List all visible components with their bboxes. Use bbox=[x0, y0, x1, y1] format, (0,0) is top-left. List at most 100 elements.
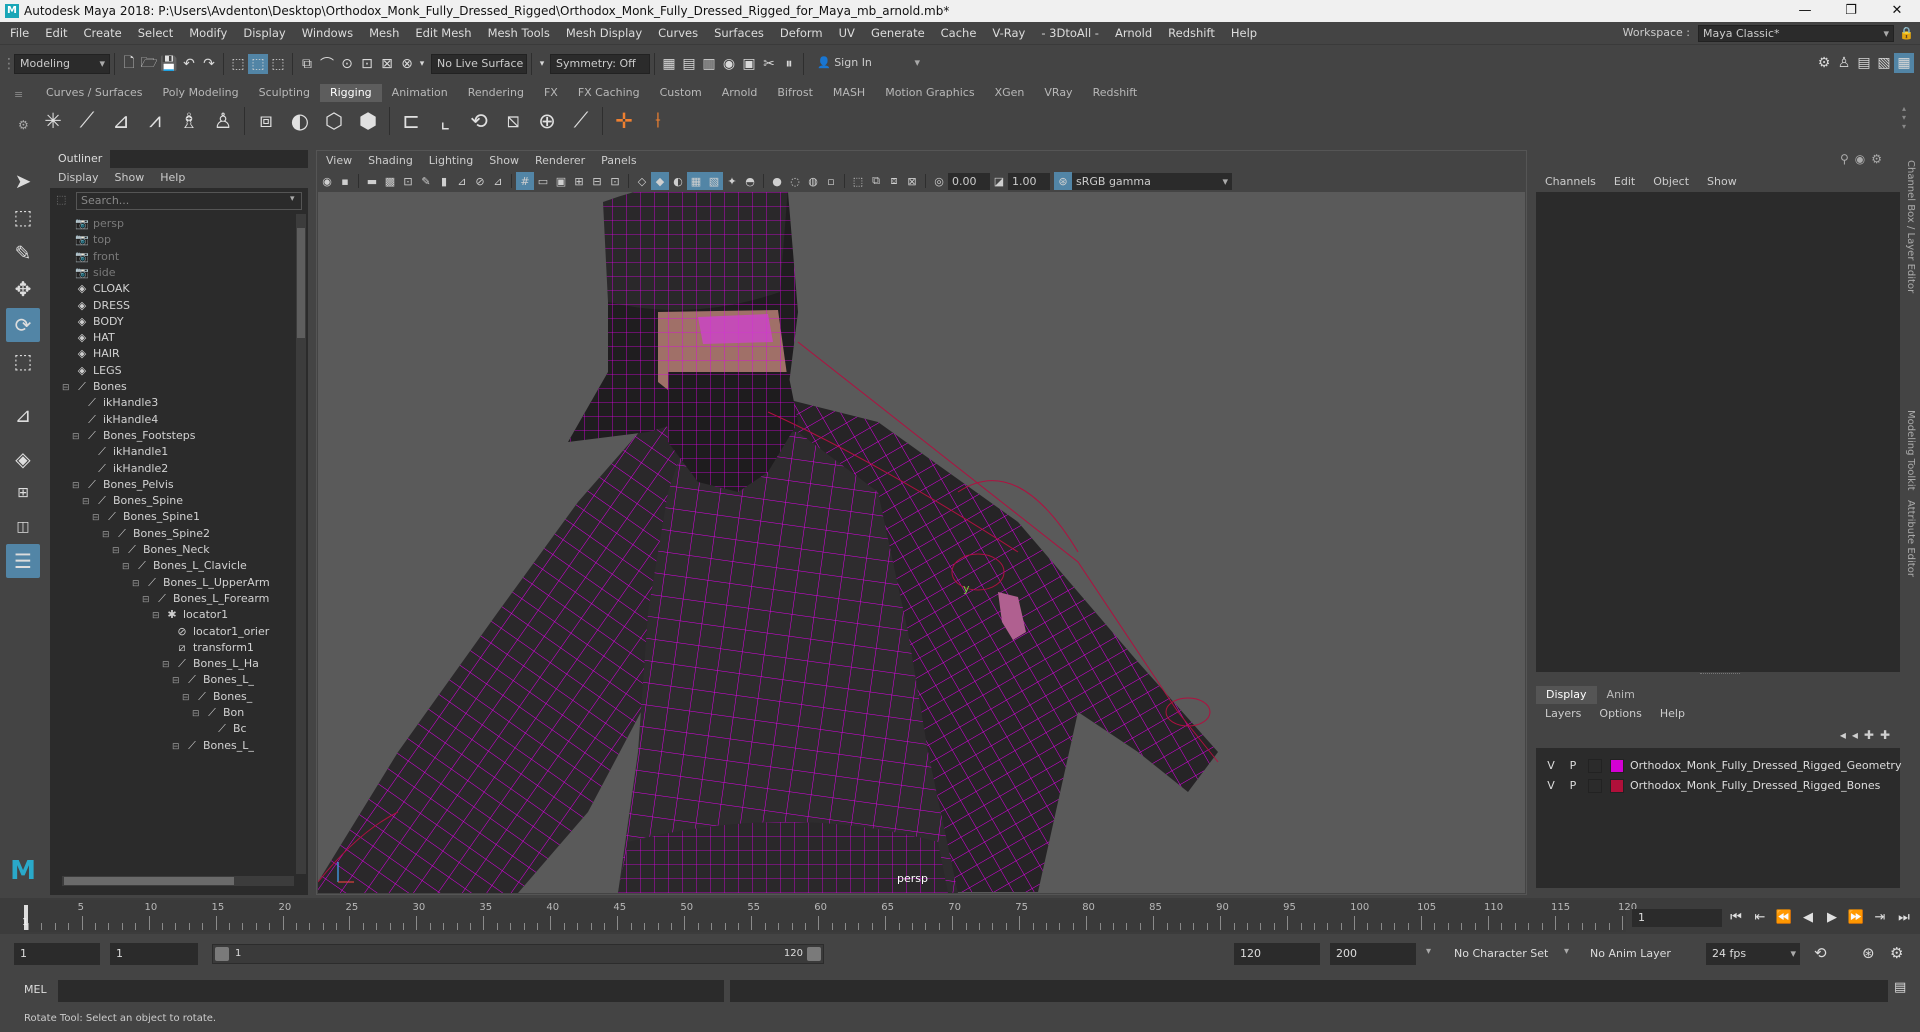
layer-color-swatch[interactable] bbox=[1610, 759, 1624, 773]
chevron-down-icon[interactable]: ▾ bbox=[1564, 946, 1569, 957]
modeling-toolkit-icon[interactable]: ⚙ bbox=[1814, 53, 1834, 73]
2d-pan-zoom-icon[interactable]: ⊡ bbox=[399, 172, 417, 190]
layer-menu-options[interactable]: Options bbox=[1590, 704, 1650, 724]
shelf-tab-vray[interactable]: VRay bbox=[1034, 84, 1082, 102]
symmetry-field[interactable]: Symmetry: Off bbox=[550, 54, 650, 74]
bookmark-icon[interactable]: ▬ bbox=[363, 172, 381, 190]
range-end-handle[interactable] bbox=[807, 947, 821, 961]
playback-start-field[interactable]: 1 bbox=[110, 943, 198, 965]
layer-tab-anim[interactable]: Anim bbox=[1597, 686, 1645, 704]
render-setup-icon[interactable]: ✂ bbox=[759, 54, 779, 74]
expand-toggle-icon[interactable]: ⊟ bbox=[92, 508, 102, 528]
isolate-select-icon[interactable]: ⊿ bbox=[453, 172, 471, 190]
scrollbar-thumb[interactable] bbox=[297, 228, 305, 338]
graph-icon[interactable]: ⚲ bbox=[1840, 152, 1849, 166]
help-icon[interactable]: ◉ bbox=[1855, 152, 1865, 166]
field-chart-icon[interactable]: ⊞ bbox=[570, 172, 588, 190]
viewport-menu-show[interactable]: Show bbox=[481, 152, 527, 170]
render-settings-icon[interactable]: ▥ bbox=[699, 54, 719, 74]
layer-visibility-toggle[interactable]: V bbox=[1542, 776, 1560, 796]
menu-3dtoall[interactable]: - 3DtoAll - bbox=[1033, 22, 1107, 44]
title-safe-icon[interactable]: ⊡ bbox=[606, 172, 624, 190]
chevron-down-icon[interactable]: ▾ bbox=[536, 54, 548, 74]
panel-splitter[interactable] bbox=[1700, 673, 1740, 677]
shelf-tab-animation[interactable]: Animation bbox=[382, 84, 458, 102]
parent-constraint-icon[interactable]: ⊏ bbox=[394, 104, 428, 138]
menu-surfaces[interactable]: Surfaces bbox=[706, 22, 772, 44]
wireframe-icon[interactable]: ◇ bbox=[633, 172, 651, 190]
play-forwards-icon[interactable]: ▶ bbox=[1822, 908, 1842, 928]
play-backwards-icon[interactable]: ◀ bbox=[1798, 908, 1818, 928]
script-language-toggle[interactable]: MEL bbox=[24, 983, 47, 996]
lasso-tool-icon[interactable]: ⬚ bbox=[6, 200, 40, 234]
select-tool-icon[interactable]: ➤ bbox=[6, 164, 40, 198]
viewport-3d[interactable]: y bbox=[318, 192, 1525, 893]
viewport-menu-renderer[interactable]: Renderer bbox=[527, 152, 593, 170]
shelf-tab-rigging[interactable]: Rigging bbox=[319, 84, 382, 102]
xray-active-icon[interactable]: ⊠ bbox=[903, 172, 921, 190]
viewport-menu-panels[interactable]: Panels bbox=[593, 152, 644, 170]
two-pane-icon[interactable]: ◫ bbox=[6, 510, 40, 544]
expand-toggle-icon[interactable]: ⊟ bbox=[112, 541, 122, 561]
settings-icon[interactable]: ⚙ bbox=[1871, 152, 1882, 166]
move-layer-down-icon[interactable]: ◂ bbox=[1852, 728, 1858, 742]
shelf-tab-rendering[interactable]: Rendering bbox=[458, 84, 534, 102]
paint-weights-icon[interactable]: ◐ bbox=[283, 104, 317, 138]
menu-display[interactable]: Display bbox=[235, 22, 293, 44]
outliner-menu-show[interactable]: Show bbox=[107, 168, 153, 188]
bind-skin-icon[interactable]: ⧈ bbox=[249, 104, 283, 138]
gate-mask-icon[interactable]: ⊘ bbox=[471, 172, 489, 190]
select-object-icon[interactable]: ⬚ bbox=[248, 54, 268, 74]
shelf-tab-custom[interactable]: Custom bbox=[650, 84, 712, 102]
menu-deform[interactable]: Deform bbox=[772, 22, 831, 44]
menu-select[interactable]: Select bbox=[130, 22, 181, 44]
time-slider[interactable]: 5 10 15 20 25 30 35 40 45 50 55 60 65 70 75 80 85 90 95 100… bbox=[24, 900, 1637, 932]
loop-icon[interactable]: ⟲ bbox=[1814, 944, 1827, 962]
chevron-down-icon[interactable]: ▾ bbox=[290, 194, 295, 204]
channel-menu-object[interactable]: Object bbox=[1644, 172, 1698, 192]
safe-title-icon[interactable]: ⊟ bbox=[588, 172, 606, 190]
cluster-icon[interactable]: ⬢ bbox=[351, 104, 385, 138]
menu-mesh-display[interactable]: Mesh Display bbox=[558, 22, 650, 44]
auto-key-icon[interactable]: ⊛ bbox=[1862, 944, 1875, 962]
channel-box-area[interactable] bbox=[1536, 192, 1900, 672]
safe-action-icon[interactable]: ▣ bbox=[552, 172, 570, 190]
humanik-icon[interactable]: ♗ bbox=[172, 104, 206, 138]
layer-menu-help[interactable]: Help bbox=[1651, 704, 1694, 724]
maximize-button[interactable]: ❐ bbox=[1828, 0, 1874, 22]
minimize-button[interactable]: — bbox=[1782, 0, 1828, 22]
viewport-menu-view[interactable]: View bbox=[318, 152, 360, 170]
go-to-start-icon[interactable]: ⏮ bbox=[1726, 908, 1746, 928]
create-joints-icon[interactable]: ✳ bbox=[36, 104, 70, 138]
shelf-tab-xgen[interactable]: XGen bbox=[985, 84, 1035, 102]
step-forward-frame-icon[interactable]: ⇥ bbox=[1870, 908, 1890, 928]
attribute-editor-icon[interactable]: ▤ bbox=[1854, 53, 1874, 73]
menu-cache[interactable]: Cache bbox=[933, 22, 985, 44]
rotate-tool-icon[interactable]: ⟳ bbox=[6, 308, 40, 342]
layer-visibility-toggle[interactable]: V bbox=[1542, 756, 1560, 776]
depth-of-field-icon[interactable]: ▫ bbox=[822, 172, 840, 190]
undo-icon[interactable]: ↶ bbox=[179, 54, 199, 74]
live-surface-field[interactable]: No Live Surface bbox=[431, 54, 527, 74]
range-slider[interactable]: 1 120 bbox=[212, 944, 824, 964]
sign-in-button[interactable]: 👤 Sign In ▾ bbox=[812, 54, 924, 74]
wireframe-on-shaded-icon[interactable]: ▦ bbox=[687, 172, 705, 190]
smooth-shade-icon[interactable]: ◆ bbox=[651, 172, 669, 190]
shelf-tab-motion-graphics[interactable]: Motion Graphics bbox=[875, 84, 984, 102]
scale-tool-icon[interactable]: ⬚ bbox=[6, 344, 40, 378]
select-camera-icon[interactable]: ◉ bbox=[318, 172, 336, 190]
new-layer-icon[interactable]: ✚ bbox=[1880, 728, 1890, 742]
menu-redshift[interactable]: Redshift bbox=[1160, 22, 1223, 44]
grease-pencil-icon[interactable]: ✎ bbox=[417, 172, 435, 190]
vertical-tab-attribute-editor[interactable]: Attribute Editor bbox=[1905, 500, 1916, 577]
snap-surface-icon[interactable]: ⊠ bbox=[377, 54, 397, 74]
animation-preferences-icon[interactable]: ⚙ bbox=[1890, 944, 1903, 962]
use-all-lights-icon[interactable]: ✦ bbox=[723, 172, 741, 190]
character-set-dropdown[interactable]: No Character Set bbox=[1448, 943, 1558, 965]
vertical-tab-channel-box-layer-editor[interactable]: Channel Box / Layer Editor bbox=[1905, 160, 1916, 293]
menu-generate[interactable]: Generate bbox=[863, 22, 933, 44]
snap-view-icon[interactable]: ⊡ bbox=[357, 54, 377, 74]
shadows-icon[interactable]: ◓ bbox=[741, 172, 759, 190]
expand-toggle-icon[interactable]: ⊟ bbox=[122, 557, 132, 577]
joint-locator-icon[interactable]: ⟊ bbox=[641, 104, 675, 138]
